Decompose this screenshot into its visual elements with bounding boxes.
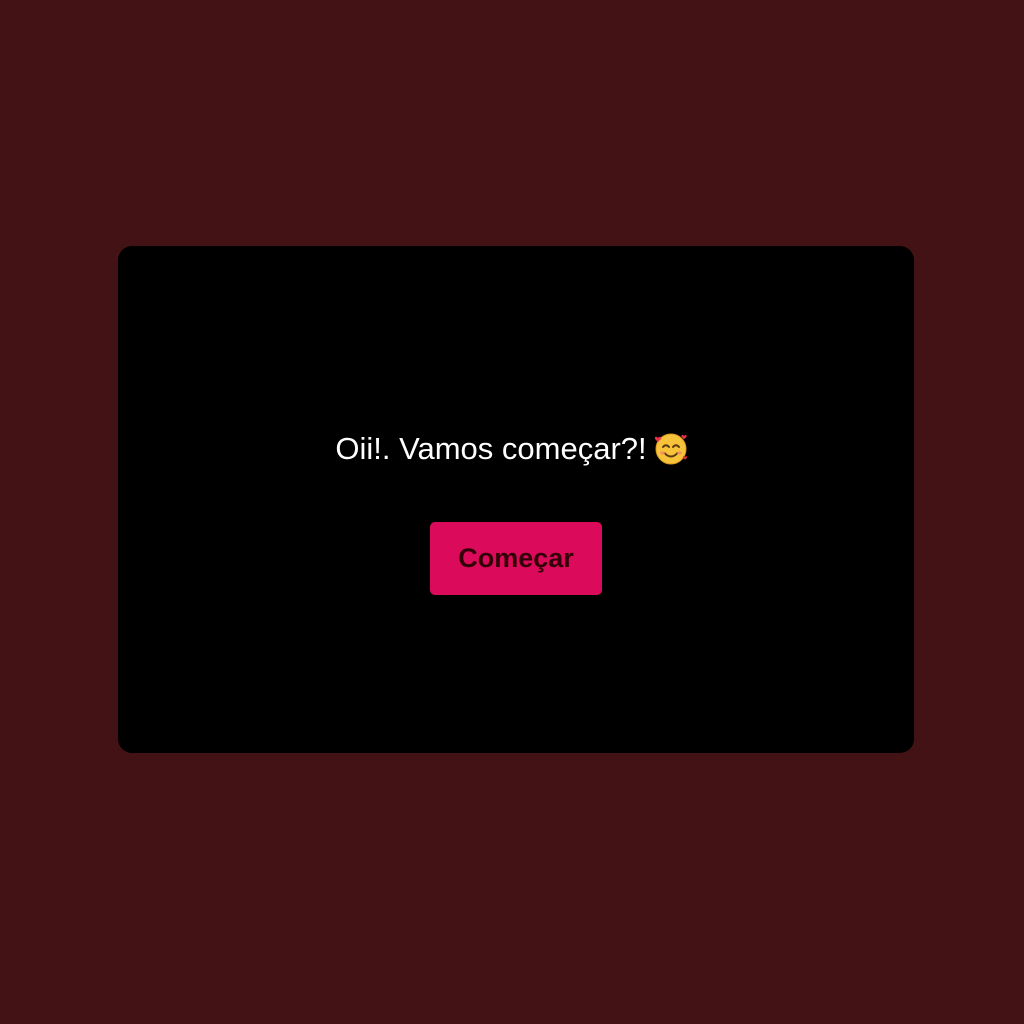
greeting-line: Oii!. Vamos começar?! xyxy=(0,428,1024,470)
start-button[interactable]: Começar xyxy=(430,522,602,595)
welcome-card xyxy=(118,246,914,753)
smiling-face-with-hearts-icon xyxy=(653,430,689,466)
greeting-text: Oii!. Vamos começar?! xyxy=(335,431,647,466)
